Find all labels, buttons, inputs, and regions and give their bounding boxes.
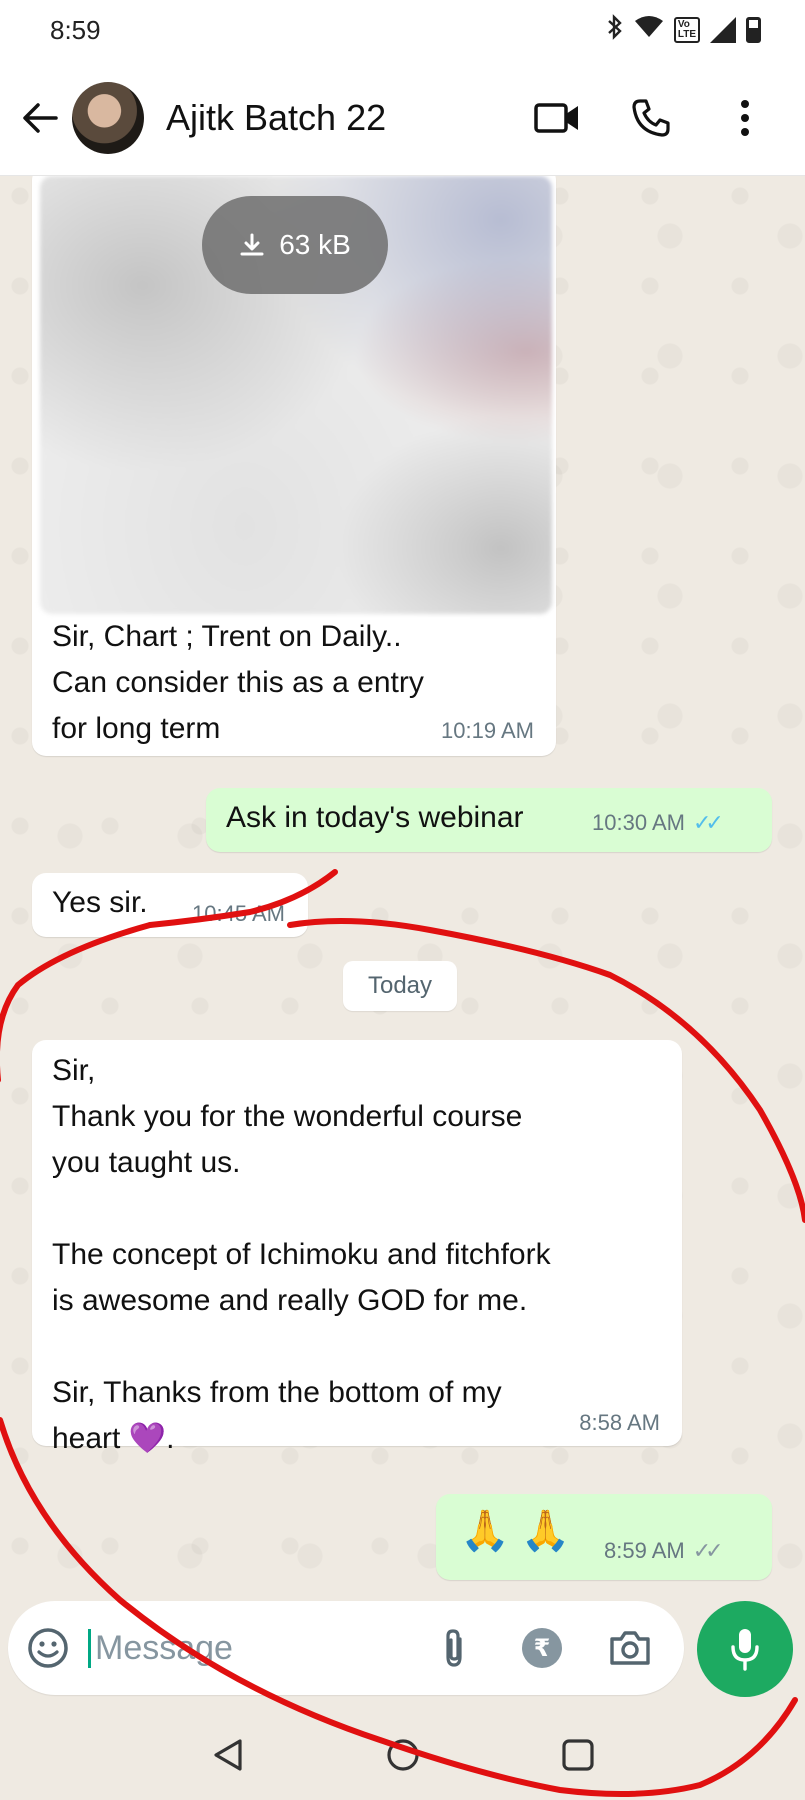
attach-icon[interactable] <box>432 1626 476 1670</box>
message-text: Sir, Thank you for the wonderful course … <box>52 1054 551 1455</box>
image-message[interactable]: 63 kB Sir, Chart ; Trent on Daily.. Can … <box>32 176 556 756</box>
composer-actions: ₹ <box>432 1626 652 1670</box>
message-text: Yes sir. <box>52 886 148 919</box>
message-time: 10:45 AM <box>192 901 285 926</box>
message-composer: ₹ <box>0 1601 805 1710</box>
avatar[interactable] <box>72 81 144 154</box>
status-icons: Vo LTE <box>606 14 761 46</box>
message-time: 10:19 AM <box>441 718 534 743</box>
status-bar: 8:59 Vo LTE <box>0 0 805 60</box>
outgoing-message[interactable]: 🙏 🙏 8:59 AM ✓✓ <box>436 1494 772 1580</box>
delivered-ticks-icon: ✓✓ <box>692 1538 724 1563</box>
emoji-icon[interactable] <box>26 1626 70 1670</box>
recents-square-icon[interactable] <box>553 1730 603 1780</box>
system-nav-bar <box>0 1710 805 1800</box>
message-text: 🙏 🙏 <box>460 1509 571 1553</box>
chat-messages[interactable]: 63 kB Sir, Chart ; Trent on Daily.. Can … <box>0 176 805 1601</box>
message-input[interactable] <box>88 1628 408 1668</box>
chat-title[interactable]: Ajitk Batch 22 <box>166 97 533 139</box>
rupee-payment-icon[interactable]: ₹ <box>520 1626 564 1670</box>
message-input-container[interactable]: ₹ <box>8 1601 684 1695</box>
more-options-icon[interactable] <box>721 94 769 142</box>
message-time-text: 8:59 AM <box>604 1538 685 1563</box>
battery-icon <box>746 17 761 43</box>
video-call-icon[interactable] <box>533 94 581 142</box>
back-triangle-icon[interactable] <box>203 1730 253 1780</box>
message-text: Ask in today's webinar <box>226 801 524 834</box>
mic-icon <box>731 1629 759 1671</box>
message-time: 8:58 AM <box>579 1410 660 1435</box>
read-ticks-icon: ✓✓ <box>692 810 724 835</box>
message-time: 8:59 AM ✓✓ <box>604 1538 724 1564</box>
back-arrow-icon[interactable] <box>18 96 62 140</box>
message-time-text: 10:30 AM <box>592 810 685 835</box>
incoming-message[interactable]: Sir, Thank you for the wonderful course … <box>32 1040 682 1455</box>
voice-call-icon[interactable] <box>627 94 675 142</box>
chat-header: Ajitk Batch 22 <box>0 60 805 176</box>
download-size: 63 kB <box>279 229 351 260</box>
download-button[interactable]: 63 kB <box>202 196 388 294</box>
status-time: 8:59 <box>50 14 101 45</box>
header-actions <box>533 94 769 142</box>
date-divider: Today <box>343 961 457 1011</box>
home-circle-icon[interactable] <box>378 1730 428 1780</box>
incoming-message[interactable]: Yes sir. 10:45 AM <box>32 873 308 937</box>
camera-icon[interactable] <box>608 1626 652 1670</box>
download-icon <box>240 233 264 256</box>
bluetooth-icon <box>606 14 624 46</box>
wifi-icon <box>634 15 664 45</box>
message-time: 10:30 AM ✓✓ <box>592 810 724 836</box>
volte-lte-icon: Vo LTE <box>673 17 700 43</box>
signal-icon <box>710 17 736 43</box>
mic-button[interactable] <box>697 1601 793 1697</box>
outgoing-message[interactable]: Ask in today's webinar 10:30 AM ✓✓ <box>206 788 772 852</box>
